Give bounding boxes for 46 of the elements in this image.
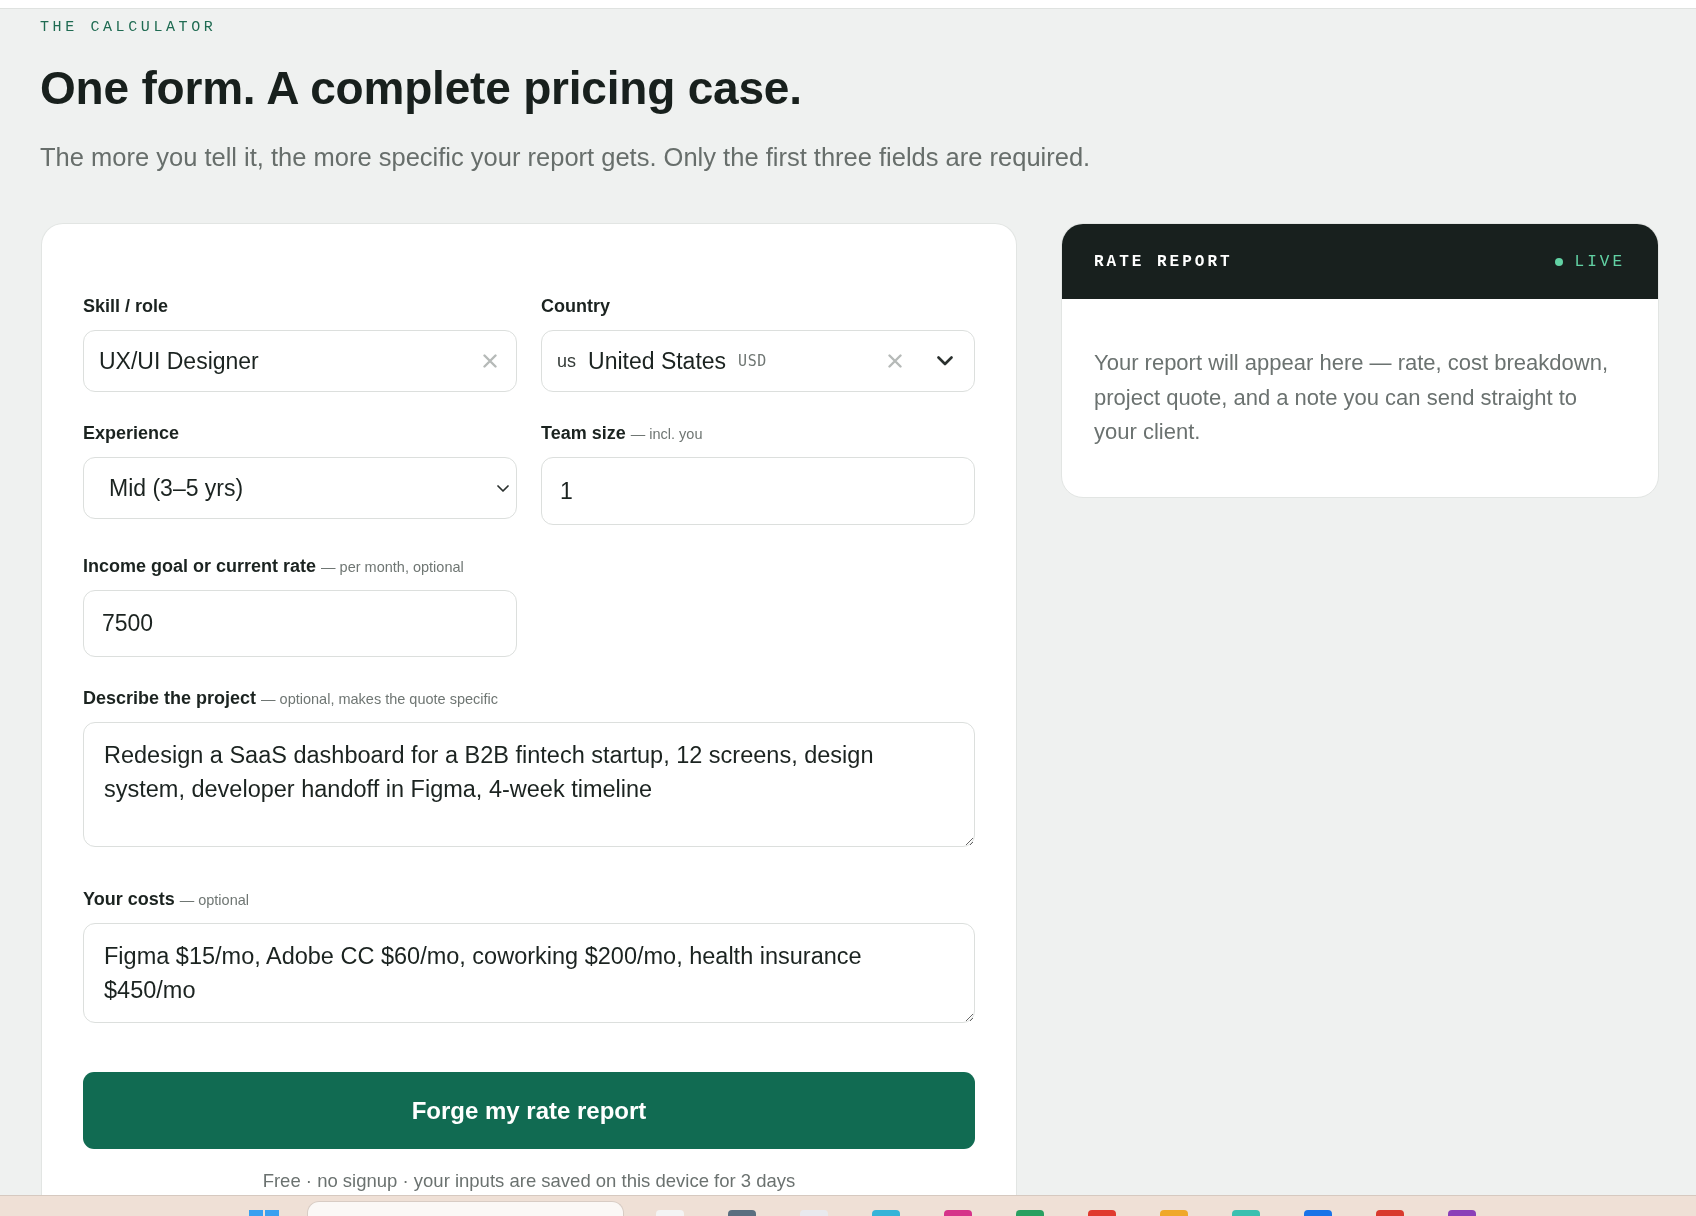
app-icon[interactable]: [1304, 1210, 1332, 1216]
field-label: Country: [541, 295, 610, 317]
chevron-down-icon[interactable]: [937, 356, 953, 366]
number-input[interactable]: 1: [541, 457, 975, 525]
page-subtitle: The more you tell it, the more specific your report gets. Only the first three fields are required.: [40, 142, 1092, 172]
experience-select[interactable]: Mid (3–5 yrs): [83, 457, 517, 519]
app-icon[interactable]: [872, 1210, 900, 1216]
field-hint: — optional, makes the quote specific: [261, 690, 499, 709]
app-icon[interactable]: [1016, 1210, 1044, 1216]
field-label: Income goal or current rate: [83, 555, 317, 577]
submit-button[interactable]: Forge my rate report: [83, 1072, 975, 1149]
field-label: Skill / role: [83, 295, 169, 317]
textarea-field[interactable]: Redesign a SaaS dashboard for a B2B fintech startup, 12 screens, design system, developer handoff in Figma, 4-week timeline: [83, 722, 975, 847]
field-label: Your costs: [83, 888, 175, 910]
app-icon[interactable]: [944, 1210, 972, 1216]
text-input[interactable]: 7500: [83, 590, 517, 657]
footnote-text: Free · no signup · your inputs are saved on this device for 3 days: [261, 1169, 797, 1193]
eyebrow-label: THE CALCULATOR: [40, 19, 218, 37]
app-icon[interactable]: [1160, 1210, 1188, 1216]
textarea-field[interactable]: Figma $15/mo, Adobe CC $60/mo, coworking $200/mo, health insurance $450/mo: [83, 923, 975, 1023]
country-select[interactable]: us United States USD: [541, 330, 975, 392]
currency-code: USD: [738, 352, 767, 370]
app-icon[interactable]: [1088, 1210, 1116, 1216]
status-dot-icon: [1554, 257, 1563, 266]
report-placeholder-text: Your report will appear here — rate, cost breakdown, project quote, and a note you can send straight to your client.: [1093, 349, 1609, 446]
country-name: United States: [588, 347, 727, 375]
combobox-input[interactable]: UX/UI Designer: [83, 330, 517, 392]
chevron-down-icon: [497, 484, 509, 492]
app-icon[interactable]: [1232, 1210, 1260, 1216]
clear-icon[interactable]: [888, 354, 902, 368]
field-label: Experience: [83, 422, 180, 444]
clear-icon[interactable]: [483, 354, 497, 368]
search-field[interactable]: [307, 1201, 624, 1216]
app-icon[interactable]: [1448, 1210, 1476, 1216]
report-title: RATE REPORT: [1094, 252, 1233, 271]
live-status: LIVE: [1574, 252, 1625, 271]
field-hint: — optional: [179, 891, 249, 910]
field-label: Describe the project: [83, 687, 257, 709]
start-icon[interactable]: [249, 1210, 279, 1216]
field-hint: — incl. you: [630, 425, 703, 444]
field-label: Team size: [541, 422, 626, 444]
country-code: us: [557, 350, 576, 372]
page-heading: One form. A complete pricing case.: [40, 61, 803, 116]
field-hint: — per month, optional: [321, 558, 464, 577]
app-icon[interactable]: [1376, 1210, 1404, 1216]
app-icon[interactable]: [728, 1210, 756, 1216]
